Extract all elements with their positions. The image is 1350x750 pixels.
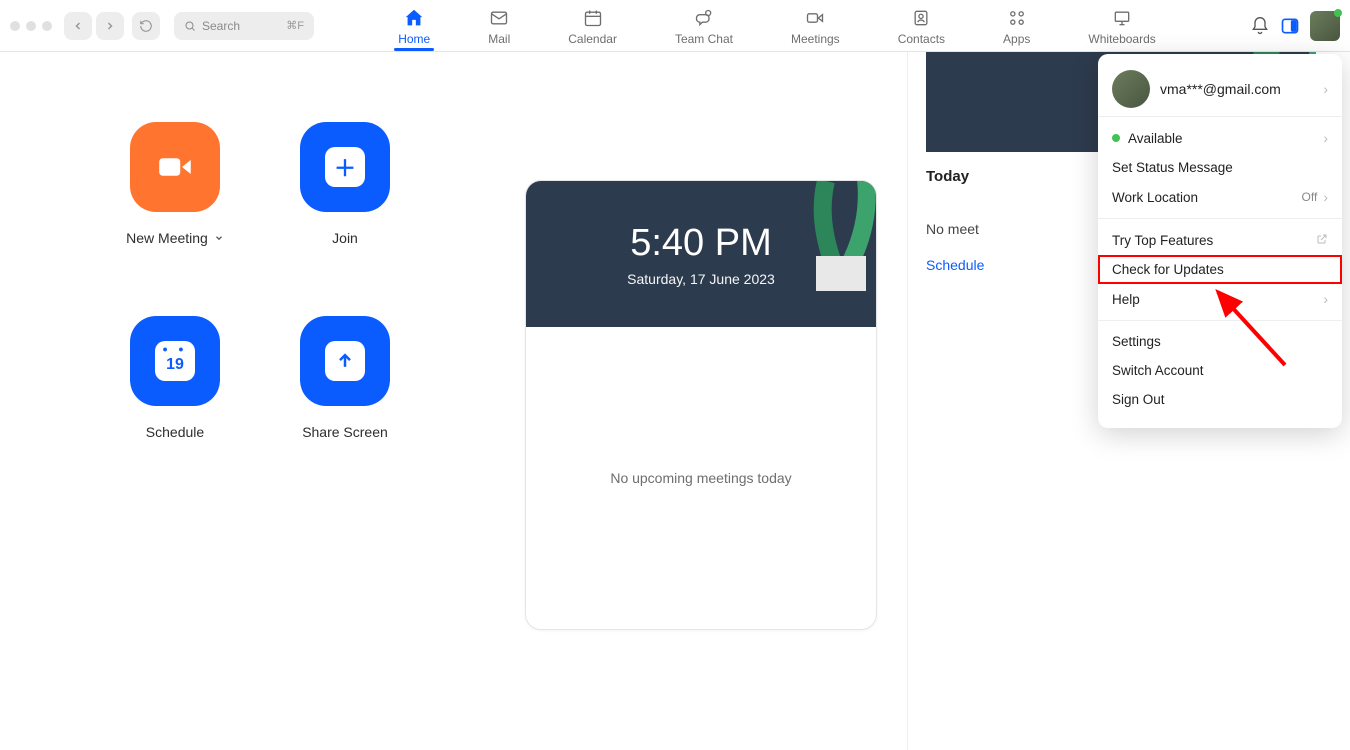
- tab-label: Team Chat: [675, 32, 733, 46]
- plus-icon: ＋: [300, 122, 390, 212]
- dropdown-top-features[interactable]: Try Top Features: [1098, 225, 1342, 255]
- home-icon: [403, 6, 425, 30]
- nav-forward-button[interactable]: [96, 12, 124, 40]
- search-shortcut: ⌘F: [286, 19, 304, 32]
- tab-label: Whiteboards: [1088, 32, 1155, 46]
- tab-label: Apps: [1003, 32, 1030, 46]
- upcoming-card: 5:40 PM Saturday, 17 June 2023 No upcomi…: [525, 180, 877, 630]
- plant-decoration: [786, 181, 876, 291]
- dropdown-set-status[interactable]: Set Status Message: [1098, 153, 1342, 182]
- chevron-down-icon[interactable]: [214, 233, 224, 243]
- tab-label: Mail: [488, 32, 510, 46]
- chevron-right-icon: ›: [1323, 291, 1328, 307]
- annotation-arrow: [1200, 280, 1300, 380]
- notifications-icon[interactable]: [1250, 16, 1270, 36]
- profile-avatar[interactable]: [1310, 11, 1340, 41]
- contacts-icon: [911, 6, 931, 30]
- tab-label: Meetings: [791, 32, 840, 46]
- tab-team-chat[interactable]: Team Chat: [671, 0, 737, 51]
- chevron-right-icon: ›: [1323, 189, 1328, 205]
- join-tile[interactable]: ＋ Join: [290, 122, 400, 246]
- dropdown-work-location[interactable]: Work Location Off ›: [1098, 182, 1342, 212]
- chevron-right-icon: ›: [1323, 81, 1328, 97]
- work-location-label: Work Location: [1112, 190, 1198, 205]
- tab-contacts[interactable]: Contacts: [894, 0, 949, 51]
- tab-mail[interactable]: Mail: [484, 0, 514, 51]
- clock-date: Saturday, 17 June 2023: [627, 271, 775, 287]
- settings-label: Settings: [1112, 334, 1161, 349]
- tab-home[interactable]: Home: [394, 0, 434, 51]
- status-dot-icon: [1112, 134, 1120, 142]
- chevron-right-icon: ›: [1323, 130, 1328, 146]
- schedule-tile[interactable]: ● ● 19 Schedule: [120, 316, 230, 440]
- no-meetings-text: No upcoming meetings today: [610, 470, 791, 486]
- video-icon: [805, 6, 825, 30]
- schedule-label: Schedule: [146, 424, 204, 440]
- history-button[interactable]: [132, 12, 160, 40]
- work-location-value: Off: [1302, 190, 1318, 204]
- sign-out-label: Sign Out: [1112, 392, 1165, 407]
- tab-label: Contacts: [898, 32, 945, 46]
- chat-icon: [694, 6, 714, 30]
- clock-time: 5:40 PM: [630, 222, 772, 265]
- set-status-label: Set Status Message: [1112, 160, 1233, 175]
- account-email: vma***@gmail.com: [1160, 81, 1313, 97]
- external-link-icon: [1316, 232, 1328, 248]
- tab-meetings[interactable]: Meetings: [787, 0, 844, 51]
- dropdown-sign-out[interactable]: Sign Out: [1098, 385, 1342, 414]
- sidebar-toggle-icon[interactable]: [1280, 16, 1300, 36]
- top-bar: Search ⌘F Home Mail Calendar Team Chat M…: [0, 0, 1350, 52]
- new-meeting-label: New Meeting: [126, 230, 208, 246]
- apps-icon: [1007, 6, 1027, 30]
- share-screen-icon: [300, 316, 390, 406]
- help-label: Help: [1112, 292, 1140, 307]
- tab-whiteboards[interactable]: Whiteboards: [1084, 0, 1159, 51]
- tab-label: Calendar: [568, 32, 617, 46]
- available-label: Available: [1128, 131, 1183, 146]
- calendar-day: 19: [166, 356, 184, 374]
- top-features-label: Try Top Features: [1112, 233, 1213, 248]
- new-meeting-tile[interactable]: New Meeting: [120, 122, 230, 246]
- nav-back-button[interactable]: [64, 12, 92, 40]
- check-updates-label: Check for Updates: [1112, 262, 1224, 277]
- dropdown-avatar: [1112, 70, 1150, 108]
- search-placeholder: Search: [202, 19, 240, 33]
- tab-calendar[interactable]: Calendar: [564, 0, 621, 51]
- join-label: Join: [332, 230, 358, 246]
- mail-icon: [489, 6, 509, 30]
- presence-dot: [1334, 9, 1342, 17]
- whiteboard-icon: [1112, 6, 1132, 30]
- video-icon: [130, 122, 220, 212]
- search-input[interactable]: Search ⌘F: [174, 12, 314, 40]
- dropdown-available[interactable]: Available ›: [1098, 123, 1342, 153]
- main-tabs: Home Mail Calendar Team Chat Meetings Co…: [314, 0, 1240, 51]
- window-controls[interactable]: [10, 21, 52, 31]
- calendar-icon: ● ● 19: [130, 316, 220, 406]
- switch-account-label: Switch Account: [1112, 363, 1204, 378]
- share-screen-label: Share Screen: [302, 424, 388, 440]
- dropdown-account-row[interactable]: vma***@gmail.com ›: [1098, 62, 1342, 116]
- calendar-icon: [583, 6, 603, 30]
- tab-apps[interactable]: Apps: [999, 0, 1034, 51]
- tab-label: Home: [398, 32, 430, 46]
- share-screen-tile[interactable]: Share Screen: [290, 316, 400, 440]
